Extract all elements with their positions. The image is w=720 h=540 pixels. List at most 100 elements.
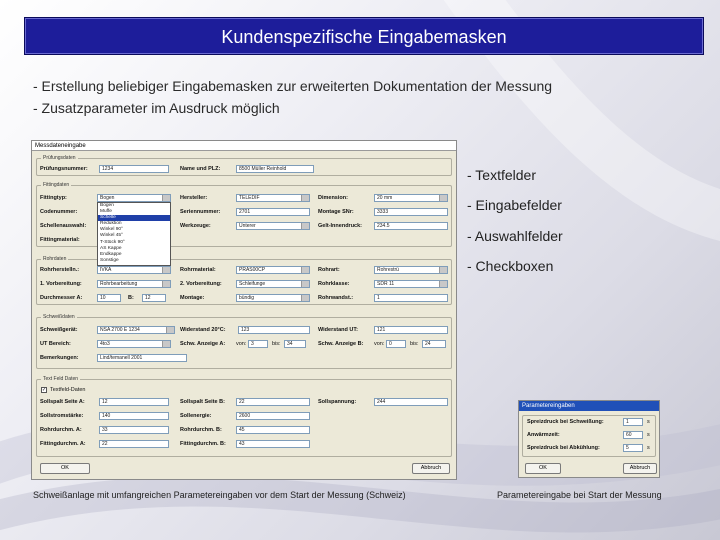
label-codenummer: Codenummer:: [40, 209, 78, 215]
caption-right: Parametereingabe bei Start der Messung: [497, 490, 662, 500]
side-bullet-textfelder: - Textfelder: [467, 167, 536, 183]
fittingtyp-dropdown-list[interactable]: Bogen Muffe Schelle Reduktion Winkel 90°…: [97, 202, 171, 266]
label-von-b: von:: [374, 341, 385, 347]
label-rohrherst: Rohrherstelln.:: [40, 267, 80, 273]
rohrmaterial-select[interactable]: PRAS00CP: [236, 266, 310, 274]
param-anwaermzeit-input[interactable]: 60: [623, 431, 643, 439]
label-pruefnummer: Prüfungsnummer:: [40, 166, 88, 172]
widerstand20-input[interactable]: 123: [238, 326, 310, 334]
label-vorbereitung2: 2. Vorbereitung:: [180, 281, 222, 287]
group-pruefungsdaten-label: Prüfungsdaten: [41, 155, 78, 161]
rohrklasse-select[interactable]: SDR 11: [374, 280, 448, 288]
schw-anzeige-b-bis-input[interactable]: 24: [422, 340, 446, 348]
label-schw-anzeige-a: Schw. Anzeige A:: [180, 341, 226, 347]
montage-select[interactable]: bündig: [236, 294, 310, 302]
rohrdurch-a-input[interactable]: 33: [99, 426, 169, 434]
rohrdurch-b-input[interactable]: 45: [236, 426, 310, 434]
rohrherst-select[interactable]: IVKA: [97, 266, 171, 274]
label-dimension: Dimension:: [318, 195, 348, 201]
label-name-plz: Name und PLZ:: [180, 166, 221, 172]
label-durchmesser-b: B:: [128, 295, 134, 301]
param-spreizdruck-abk-input[interactable]: 5: [623, 444, 643, 452]
label-schweissgeraet: Schweißgerät:: [40, 327, 78, 333]
schw-anzeige-a-von-input[interactable]: 3: [248, 340, 268, 348]
label-ut-bereich: UT Bereich:: [40, 341, 71, 347]
label-sollenergie: Sollenergie:: [180, 413, 212, 419]
label-seriennummer: Seriennummer:: [180, 209, 221, 215]
textfeld-checkbox[interactable]: ✓: [41, 387, 47, 393]
label-von-a: von:: [236, 341, 247, 347]
fittingtyp-select[interactable]: Bogen: [97, 194, 171, 202]
widerstand-ut-input[interactable]: 121: [374, 326, 448, 334]
ut-bereich-select[interactable]: 4to3: [97, 340, 171, 348]
montage-snr-input[interactable]: 3333: [374, 208, 448, 216]
label-gelt-innendruck: Gelt-Innendruck:: [318, 223, 363, 229]
param-unit-1: s: [647, 419, 650, 425]
fittingdurch-b-input[interactable]: 43: [236, 440, 310, 448]
name-plz-input[interactable]: 8500 Müller Reinhold: [236, 165, 314, 173]
label-werkzeuge: Werkzeuge:: [180, 223, 211, 229]
label-textfeld-checkbox: Textfeld-Daten: [50, 387, 86, 393]
label-hersteller: Hersteller:: [180, 195, 208, 201]
label-bemerkungen: Bemerkungen:: [40, 355, 79, 361]
schweissgeraet-select[interactable]: NSA 2700 E 1234: [97, 326, 175, 334]
label-fittingdurch-a: Fittingdurchm. A:: [40, 441, 86, 447]
schw-anzeige-a-bis-input[interactable]: 34: [284, 340, 306, 348]
param-spreizdruck-schw-input[interactable]: 1: [623, 418, 643, 426]
label-sollstrom: Sollstromstärke:: [40, 413, 84, 419]
slide-title: Kundenspezifische Eingabemasken: [25, 18, 703, 54]
fitting-option[interactable]: Sonstige: [98, 258, 170, 264]
vorbereitung2-select[interactable]: Schleifunge: [236, 280, 310, 288]
werkzeuge-select[interactable]: Unterer: [236, 222, 310, 230]
pruefnummer-input[interactable]: 1234: [99, 165, 169, 173]
main-ok-button[interactable]: OK: [40, 463, 90, 474]
dimension-select[interactable]: 20 mm: [374, 194, 448, 202]
rohrart-select[interactable]: Rohrestrü: [374, 266, 448, 274]
label-rohrwandstaerke: Rohrwandst.:: [318, 295, 354, 301]
label-fittingmaterial: Fittingmaterial:: [40, 237, 80, 243]
sollspalt-b-input[interactable]: 22: [236, 398, 310, 406]
label-durchmesser: Durchmesser A:: [40, 295, 83, 301]
durchmesser-a-input[interactable]: 10: [97, 294, 121, 302]
bemerkungen-input[interactable]: Lind/temanell 2001: [97, 354, 187, 362]
main-cancel-button[interactable]: Abbruch: [412, 463, 450, 474]
durchmesser-b-input[interactable]: 12: [142, 294, 166, 302]
label-bis-a: bis:: [272, 341, 281, 347]
group-schweissdaten-label: Schweißdaten: [41, 314, 77, 320]
label-rohrmaterial: Rohrmaterial:: [180, 267, 216, 273]
label-rohrdurch-a: Rohrdurchm. A:: [40, 427, 82, 433]
fittingdurch-a-input[interactable]: 22: [99, 440, 169, 448]
label-rohrart: Rohrart:: [318, 267, 340, 273]
parameter-dialog-title: Parametereingaben: [519, 401, 659, 411]
rohrwandstaerke-input[interactable]: 1: [374, 294, 448, 302]
main-dialog-title: Messdateneingabe: [32, 141, 456, 151]
side-bullet-auswahlfelder: - Auswahlfelder: [467, 228, 563, 244]
label-sollspannung: Sollspannung:: [318, 399, 357, 405]
param-unit-3: s: [647, 445, 650, 451]
parameter-dialog-window: Parametereingaben Spreizdruck bei Schwei…: [518, 400, 660, 478]
seriennummer-input[interactable]: 2701: [236, 208, 310, 216]
param-ok-button[interactable]: OK: [525, 463, 561, 474]
label-widerstand-ut: Widerstand UT:: [318, 327, 358, 333]
sollenergie-input[interactable]: 2600: [236, 412, 310, 420]
label-schellenauswahl: Schellenauswahl:: [40, 223, 87, 229]
sollspannung-input[interactable]: 244: [374, 398, 448, 406]
bullet-erstellung: - Erstellung beliebiger Eingabemasken zu…: [33, 78, 553, 94]
caption-left: Schweißanlage mit umfangreichen Paramete…: [33, 490, 406, 500]
hersteller-select[interactable]: TELEDIF: [236, 194, 310, 202]
label-widerstand20: Widerstand 20°C:: [180, 327, 226, 333]
gelt-innendruck-input[interactable]: 234.5: [374, 222, 448, 230]
sollspalt-a-input[interactable]: 12: [99, 398, 169, 406]
param-cancel-button[interactable]: Abbruch: [623, 463, 657, 474]
label-param-spreizdruck-abk: Spreizdruck bei Abkühlung:: [527, 445, 600, 451]
side-bullet-eingabefelder: - Eingabefelder: [467, 197, 562, 213]
side-bullet-checkboxen: - Checkboxen: [467, 258, 554, 274]
label-fittingtyp: Fittingtyp:: [40, 195, 67, 201]
label-sollspalt-b: Sollspalt Seite B:: [180, 399, 225, 405]
schw-anzeige-b-von-input[interactable]: 0: [386, 340, 406, 348]
vorbereitung1-select[interactable]: Rohrbearbeitung: [97, 280, 171, 288]
group-fittingdaten-label: Fittingdaten: [41, 182, 72, 188]
label-rohrdurch-b: Rohrdurchm. B:: [180, 427, 222, 433]
sollstrom-input[interactable]: 140: [99, 412, 169, 420]
label-bis-b: bis:: [410, 341, 419, 347]
